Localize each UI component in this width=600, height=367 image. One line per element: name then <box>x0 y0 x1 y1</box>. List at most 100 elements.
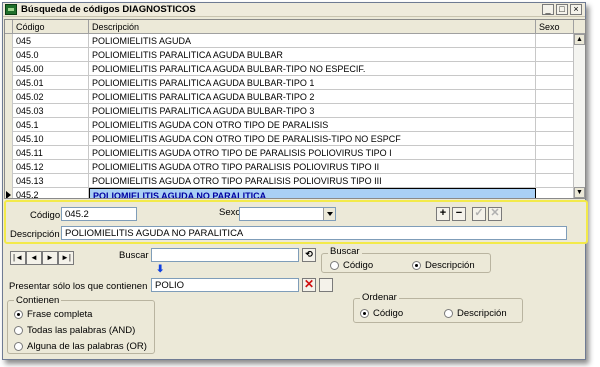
refresh-search-icon[interactable]: ⟲ <box>302 248 316 262</box>
ordenar-radio-codigo[interactable]: Código <box>360 308 403 319</box>
cell-sexo[interactable] <box>536 118 574 132</box>
radio-icon[interactable] <box>14 326 23 335</box>
next-record-button[interactable]: ► <box>42 251 58 265</box>
cell-codigo[interactable]: 045.03 <box>13 104 89 118</box>
table-row[interactable]: 045.00 POLIOMIELITIS PARALITICA AGUDA BUL… <box>5 62 574 76</box>
close-button[interactable]: × <box>570 4 582 15</box>
cell-codigo[interactable]: 045.13 <box>13 174 89 188</box>
first-record-button[interactable]: |◄ <box>10 251 26 265</box>
table-row[interactable]: 045.12 POLIOMIELITIS AGUDA OTRO TIPO PARA… <box>5 160 574 174</box>
scroll-down-button[interactable]: ▼ <box>574 187 585 198</box>
ordenar-radio-descripcion[interactable]: Descripción <box>444 308 507 319</box>
cell-descripcion[interactable]: POLIOMIELITIS AGUDA CON OTRO TIPO DE PAR… <box>89 132 536 146</box>
row-indicator[interactable] <box>5 104 13 118</box>
row-indicator[interactable] <box>5 132 13 146</box>
buscar-radio-descripcion[interactable]: Descripción <box>412 260 475 271</box>
row-indicator[interactable] <box>5 62 13 76</box>
cell-sexo[interactable] <box>536 34 574 48</box>
cell-codigo[interactable]: 045.02 <box>13 90 89 104</box>
table-row[interactable]: 045.01 POLIOMIELITIS PARALITICA AGUDA BUL… <box>5 76 574 90</box>
row-indicator[interactable] <box>5 90 13 104</box>
grid-scrollbar[interactable]: ▲ ▼ <box>573 34 585 198</box>
row-indicator[interactable] <box>5 160 13 174</box>
scroll-up-button[interactable]: ▲ <box>574 34 585 45</box>
buscar-radio-codigo[interactable]: Código <box>330 260 373 271</box>
row-indicator[interactable] <box>5 118 13 132</box>
cell-descripcion[interactable]: POLIOMIELITIS PARALITICA AGUDA BULBAR <box>89 48 536 62</box>
cell-codigo[interactable]: 045.10 <box>13 132 89 146</box>
prev-record-button[interactable]: ◄ <box>26 251 42 265</box>
cell-sexo[interactable] <box>536 132 574 146</box>
cell-descripcion[interactable]: POLIOMIELITIS AGUDA OTRO TIPO PARALISIS … <box>89 174 536 188</box>
table-row[interactable]: 045.10 POLIOMIELITIS AGUDA CON OTRO TIPO … <box>5 132 574 146</box>
radio-selected-icon[interactable] <box>14 310 23 319</box>
minimize-button[interactable]: _ <box>542 4 554 15</box>
cancel-edit-button[interactable]: ✕ <box>488 207 502 221</box>
cell-descripcion[interactable]: POLIOMIELITIS PARALITICA AGUDA BULBAR-TI… <box>89 76 536 90</box>
column-header-codigo[interactable]: Código <box>13 20 89 34</box>
cell-sexo[interactable] <box>536 188 574 198</box>
row-indicator[interactable] <box>5 34 13 48</box>
cell-codigo[interactable]: 045.2 <box>13 188 89 198</box>
cell-descripcion[interactable]: POLIOMIELITIS AGUDA CON OTRO TIPO DE PAR… <box>89 118 536 132</box>
row-indicator[interactable] <box>5 76 13 90</box>
table-row[interactable]: 045.13 POLIOMIELITIS AGUDA OTRO TIPO PARA… <box>5 174 574 188</box>
cell-sexo[interactable] <box>536 90 574 104</box>
table-row[interactable]: 045 POLIOMIELITIS AGUDA <box>5 34 574 48</box>
cell-descripcion[interactable]: POLIOMIELITIS AGUDA NO PARALITICA <box>89 188 536 198</box>
cell-codigo[interactable]: 045.0 <box>13 48 89 62</box>
table-row[interactable]: 045.02 POLIOMIELITIS PARALITICA AGUDA BUL… <box>5 90 574 104</box>
row-indicator[interactable] <box>5 48 13 62</box>
row-indicator[interactable] <box>5 146 13 160</box>
table-row[interactable]: 045.0 POLIOMIELITIS PARALITICA AGUDA BULB… <box>5 48 574 62</box>
row-indicator[interactable] <box>5 188 13 198</box>
cell-codigo[interactable]: 045.12 <box>13 160 89 174</box>
table-row[interactable]: 045.03 POLIOMIELITIS PARALITICA AGUDA BUL… <box>5 104 574 118</box>
buscar-input[interactable] <box>151 248 299 262</box>
cell-descripcion[interactable]: POLIOMIELITIS PARALITICA AGUDA BULBAR-TI… <box>89 104 536 118</box>
cell-sexo[interactable] <box>536 146 574 160</box>
cell-codigo[interactable]: 045.01 <box>13 76 89 90</box>
cell-codigo[interactable]: 045 <box>13 34 89 48</box>
cell-sexo[interactable] <box>536 76 574 90</box>
last-record-button[interactable]: ►| <box>58 251 74 265</box>
cell-sexo[interactable] <box>536 160 574 174</box>
cell-descripcion[interactable]: POLIOMIELITIS PARALITICA AGUDA BULBAR-TI… <box>89 90 536 104</box>
table-row[interactable]: 045.1 POLIOMIELITIS AGUDA CON OTRO TIPO D… <box>5 118 574 132</box>
table-row[interactable]: 045.11 POLIOMIELITIS AGUDA OTRO TIPO DE P… <box>5 146 574 160</box>
column-header-sexo[interactable]: Sexo <box>536 20 574 34</box>
chevron-down-icon[interactable] <box>323 208 335 220</box>
cell-codigo[interactable]: 045.1 <box>13 118 89 132</box>
maximize-button[interactable]: □ <box>556 4 568 15</box>
cell-descripcion[interactable]: POLIOMIELITIS AGUDA OTRO TIPO PARALISIS … <box>89 160 536 174</box>
radio-selected-icon[interactable] <box>412 261 421 270</box>
sexo-select[interactable] <box>239 207 336 221</box>
cell-descripcion[interactable]: POLIOMIELITIS AGUDA <box>89 34 536 48</box>
radio-alguna-palabra[interactable]: Alguna de las palabras (OR) <box>14 341 147 352</box>
cell-sexo[interactable] <box>536 104 574 118</box>
add-button[interactable]: + <box>436 207 450 221</box>
descripcion-field[interactable]: POLIOMIELITIS AGUDA NO PARALITICA <box>61 226 567 240</box>
filter-input[interactable]: POLIO <box>151 278 299 292</box>
radio-selected-icon[interactable] <box>360 309 369 318</box>
cell-sexo[interactable] <box>536 62 574 76</box>
column-header-descripcion[interactable]: Descripción <box>89 20 536 34</box>
radio-icon[interactable] <box>444 309 453 318</box>
codigo-field[interactable]: 045.2 <box>61 207 137 221</box>
radio-icon[interactable] <box>330 261 339 270</box>
clear-filter-icon[interactable]: ✕ <box>302 278 316 292</box>
filter-options-button[interactable] <box>319 278 333 292</box>
cell-descripcion[interactable]: POLIOMIELITIS AGUDA OTRO TIPO DE PARALIS… <box>89 146 536 160</box>
cell-descripcion[interactable]: POLIOMIELITIS PARALITICA AGUDA BULBAR-TI… <box>89 62 536 76</box>
cell-sexo[interactable] <box>536 48 574 62</box>
radio-todas-palabras[interactable]: Todas las palabras (AND) <box>14 325 135 336</box>
remove-button[interactable]: − <box>452 207 466 221</box>
row-indicator[interactable] <box>5 174 13 188</box>
codes-grid[interactable]: Código Descripción Sexo 045 POLIOMIELITIS… <box>4 19 586 199</box>
accept-button[interactable]: ✓ <box>472 207 486 221</box>
radio-icon[interactable] <box>14 342 23 351</box>
table-row[interactable]: 045.2 POLIOMIELITIS AGUDA NO PARALITICA <box>5 188 574 198</box>
cell-codigo[interactable]: 045.00 <box>13 62 89 76</box>
cell-codigo[interactable]: 045.11 <box>13 146 89 160</box>
radio-frase-completa[interactable]: Frase completa <box>14 309 92 320</box>
